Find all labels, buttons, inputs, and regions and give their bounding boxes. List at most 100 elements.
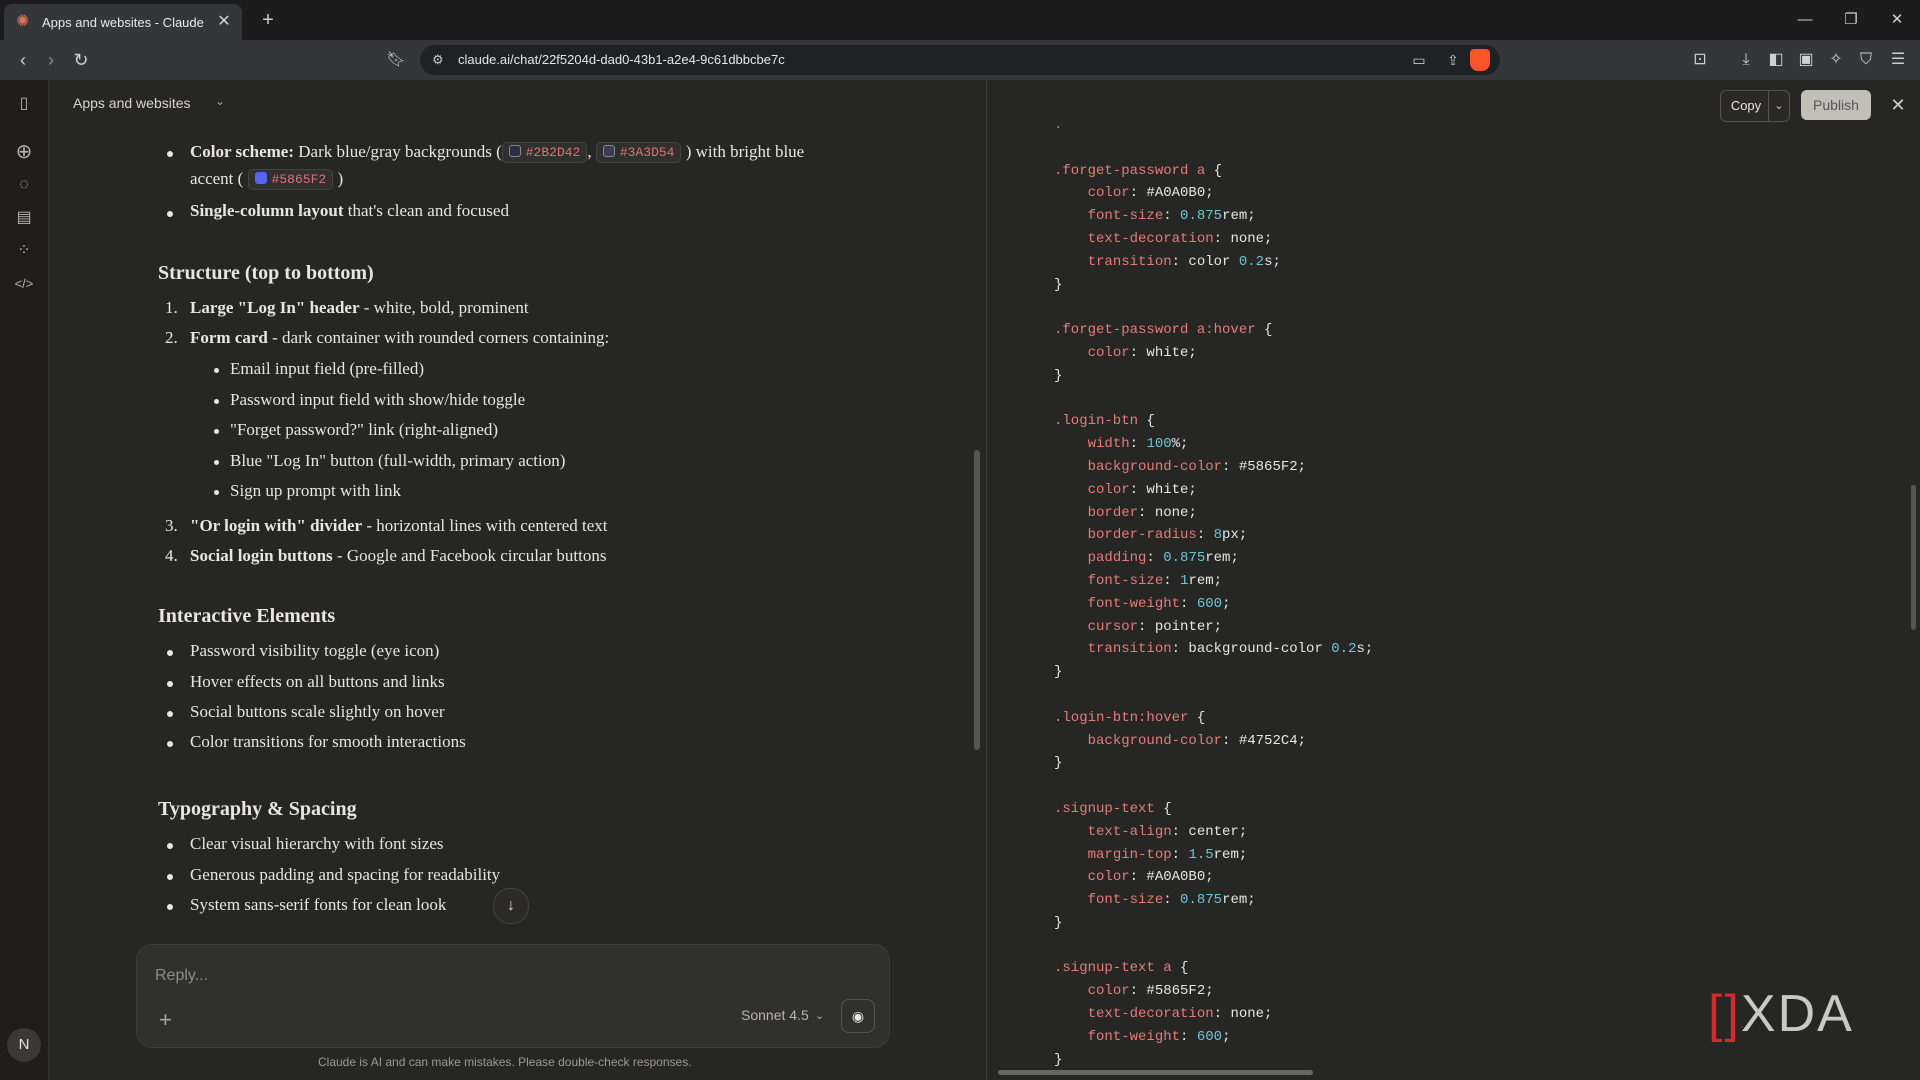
- close-panel-icon[interactable]: ✕: [1885, 92, 1911, 118]
- reply-input[interactable]: Reply...: [155, 967, 208, 985]
- cast-icon[interactable]: ▭: [1408, 50, 1430, 70]
- voice-mode-icon[interactable]: ◉: [841, 999, 875, 1033]
- text: ): [337, 169, 344, 188]
- code-scrollbar[interactable]: [1911, 485, 1916, 630]
- code-line: font-size: 1rem;: [1087, 572, 1223, 589]
- structure-item: Social login buttons - Google and Facebo…: [190, 546, 606, 566]
- bullet: [167, 874, 173, 880]
- leo-ai-icon[interactable]: ✧: [1824, 49, 1848, 71]
- copy-button[interactable]: Copy: [1720, 90, 1772, 122]
- url-text: claude.ai/chat/22f5204d-dad0-43b1-a2e4-9…: [458, 52, 785, 67]
- code-icon[interactable]: </>: [12, 272, 36, 296]
- chat-scrollbar[interactable]: [974, 450, 980, 750]
- site-settings-icon[interactable]: ⚙: [432, 52, 448, 68]
- code-line: border-radius: 8px;: [1087, 527, 1248, 544]
- single-column-line: Single-column layout that's clean and fo…: [190, 201, 509, 221]
- scroll-down-icon[interactable]: ↓: [493, 888, 529, 924]
- structure-heading: Structure (top to bottom): [158, 262, 374, 284]
- code-line: font-size: 0.875rem;: [1087, 892, 1256, 909]
- structure-item: Large "Log In" header - white, bold, pro…: [190, 298, 529, 318]
- text: ) with bright blue: [685, 142, 805, 161]
- window-close-icon[interactable]: ✕: [1882, 8, 1912, 32]
- minimize-icon[interactable]: —: [1790, 8, 1820, 32]
- text: - Google and Facebook circular buttons: [332, 546, 607, 565]
- sidebar-toggle-icon[interactable]: ◧: [1764, 49, 1788, 71]
- wallet-icon[interactable]: ▣: [1794, 49, 1818, 71]
- restore-icon[interactable]: ❐: [1836, 8, 1866, 32]
- code-line: .signup-text a {: [1054, 960, 1189, 977]
- artifacts-icon[interactable]: ⁘: [12, 239, 36, 263]
- screenshot-icon[interactable]: ⊡: [1688, 49, 1712, 71]
- chat-header: Apps and websites ⌄: [49, 80, 987, 128]
- menu-icon[interactable]: ☰: [1886, 49, 1910, 71]
- code-line: font-weight: 600;: [1087, 1028, 1231, 1045]
- list-item: "Forget password?" link (right-aligned): [230, 420, 499, 439]
- chats-icon[interactable]: ◌: [12, 173, 36, 197]
- bold-text: Large "Log In" header: [190, 298, 360, 317]
- bullet: [214, 399, 219, 404]
- code-line: .signup-text {: [1054, 800, 1172, 817]
- browser-tab-bar: ✺ Apps and websites - Claude ✕ + — ❐ ✕: [0, 0, 1920, 40]
- code-line: transition: color 0.2s;: [1087, 253, 1281, 270]
- text: Dark blue/gray backgrounds (: [298, 142, 502, 161]
- text: - horizontal lines with centered text: [362, 516, 608, 535]
- bullet: [167, 650, 173, 656]
- list-item: Blue "Log In" button (full-width, primar…: [230, 451, 566, 470]
- chevron-down-icon[interactable]: ⌄: [815, 1009, 824, 1022]
- new-tab-icon[interactable]: +: [256, 8, 280, 32]
- bold-text: Form card: [190, 328, 268, 347]
- vpn-shield-icon[interactable]: ⛉: [1854, 49, 1878, 71]
- code-line: color: #5865F2;: [1087, 983, 1214, 1000]
- user-avatar[interactable]: N: [7, 1028, 41, 1062]
- chevron-down-icon[interactable]: ⌄: [215, 94, 225, 108]
- bookmark-icon[interactable]: 🔖︎: [383, 48, 409, 72]
- code-line: color: #A0A0B0;: [1087, 185, 1214, 202]
- tab-title: Apps and websites - Claude: [42, 14, 204, 30]
- address-bar[interactable]: ⚙ claude.ai/chat/22f5204d-dad0-43b1-a2e4…: [420, 45, 1500, 75]
- code-horizontal-scrollbar[interactable]: [998, 1070, 1313, 1075]
- bullet: [167, 151, 173, 157]
- projects-icon[interactable]: ▤: [12, 206, 36, 230]
- code-line: }: [1054, 276, 1063, 293]
- disclaimer: Claude is AI and can make mistakes. Plea…: [318, 1055, 692, 1069]
- bullet: [167, 904, 173, 910]
- color-code: #2B2D42: [525, 145, 581, 160]
- code-line: .forget-password a {: [1054, 162, 1223, 179]
- back-icon[interactable]: ‹: [10, 48, 36, 72]
- code-line: background-color: #5865F2;: [1087, 458, 1307, 475]
- add-attachment-icon[interactable]: +: [159, 1007, 172, 1033]
- bullet: [167, 843, 173, 849]
- bullet: [214, 368, 219, 373]
- code-line: width: 100%;: [1087, 436, 1189, 453]
- code-line: padding: 0.875rem;: [1087, 550, 1239, 567]
- download-icon[interactable]: ⤓: [1734, 49, 1758, 71]
- structure-item: "Or login with" divider - horizontal lin…: [190, 516, 608, 536]
- text: - dark container with rounded corners co…: [267, 328, 610, 347]
- color-scheme-label: Color scheme:: [190, 142, 295, 161]
- forward-icon[interactable]: ›: [38, 48, 64, 72]
- chat-title[interactable]: Apps and websites: [73, 95, 191, 111]
- code-line: .login-btn {: [1054, 413, 1155, 430]
- interactive-heading: Interactive Elements: [158, 605, 336, 627]
- list-number: 2.: [165, 328, 178, 347]
- browser-nav-bar: ‹ › ↻ 🔖︎ ⚙ claude.ai/chat/22f5204d-dad0-…: [0, 40, 1920, 80]
- model-selector[interactable]: Sonnet 4.5: [741, 1007, 809, 1023]
- browser-tab[interactable]: ✺ Apps and websites - Claude ✕: [4, 4, 242, 40]
- publish-button[interactable]: Publish: [1801, 90, 1871, 120]
- new-chat-icon[interactable]: ⊕: [12, 140, 36, 164]
- code-view: . .forget-password a { color: #A0A0B0; f…: [1054, 114, 1373, 1071]
- list-item: Generous padding and spacing for readabi…: [190, 865, 501, 884]
- reload-icon[interactable]: ↻: [68, 48, 94, 72]
- list-item: Hover effects on all buttons and links: [190, 672, 445, 691]
- share-icon[interactable]: ⇪: [1442, 50, 1464, 70]
- toggle-sidebar-icon[interactable]: ▯: [12, 92, 36, 116]
- bullet: [214, 460, 219, 465]
- brave-shield-icon[interactable]: [1470, 49, 1490, 71]
- reply-composer[interactable]: Reply... + Sonnet 4.5 ⌄ ◉: [136, 944, 890, 1048]
- copy-options-chevron-icon[interactable]: ⌄: [1768, 90, 1790, 122]
- bold-text: Social login buttons: [190, 546, 333, 565]
- close-tab-icon[interactable]: ✕: [214, 12, 234, 32]
- bold-text: Single-column layout: [190, 201, 344, 220]
